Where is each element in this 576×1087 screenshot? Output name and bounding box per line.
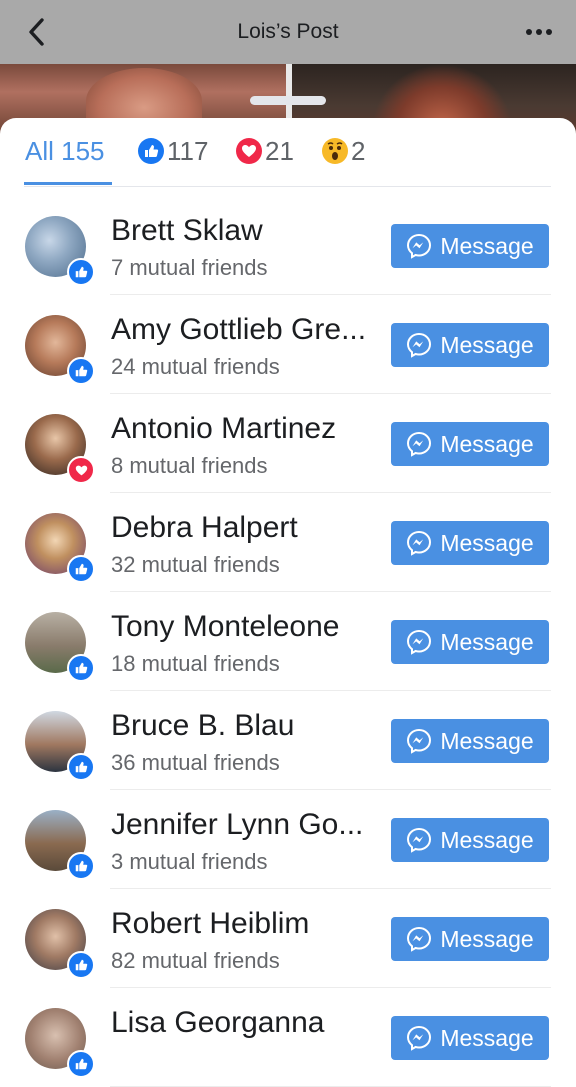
like-icon [67, 258, 95, 286]
mutual-friends-count: 8 mutual friends [111, 453, 268, 478]
messenger-icon [406, 530, 432, 556]
message-button[interactable]: Message [391, 1016, 549, 1060]
message-button-label: Message [440, 529, 534, 556]
messenger-icon [406, 827, 432, 853]
message-button[interactable]: Message [391, 818, 549, 862]
tab-like-count: 117 [167, 135, 209, 166]
like-icon [67, 852, 95, 880]
person-name[interactable]: Jennifer Lynn Go... [111, 808, 383, 842]
mutual-friends-count: 18 mutual friends [111, 651, 280, 676]
message-button-label: Message [440, 1024, 534, 1051]
messenger-icon [406, 728, 432, 754]
list-item: Tony Monteleone 18 mutual friends Message [0, 592, 576, 691]
heart-icon [67, 456, 95, 484]
mutual-friends-count: 82 mutual friends [111, 948, 280, 973]
tab-all[interactable]: All 155 [25, 118, 105, 184]
person-name[interactable]: Amy Gottlieb Gre... [111, 313, 383, 347]
chevron-left-icon[interactable] [20, 14, 56, 50]
mutual-friends-count: 36 mutual friends [111, 750, 280, 775]
list-item: Antonio Martinez 8 mutual friends Message [0, 394, 576, 493]
like-icon [67, 357, 95, 385]
messenger-icon [406, 629, 432, 655]
person-name[interactable]: Robert Heiblim [111, 907, 383, 941]
mutual-friends-count: 24 mutual friends [111, 354, 280, 379]
tab-all-label: All 155 [25, 135, 105, 166]
message-button[interactable]: Message [391, 719, 549, 763]
tab-selected-indicator [24, 182, 112, 185]
message-button-label: Message [440, 727, 534, 754]
person-name[interactable]: Lisa Georganna [111, 1006, 383, 1040]
tab-love-count: 21 [265, 135, 294, 166]
message-button-label: Message [440, 430, 534, 457]
reaction-tabs: All 155 117 21 2 [0, 118, 576, 188]
mutual-friends-count: 3 mutual friends [111, 849, 268, 874]
like-icon [67, 1050, 95, 1078]
list-item: Lisa Georganna Message [0, 988, 576, 1087]
like-icon [67, 951, 95, 979]
mutual-friends-count: 32 mutual friends [111, 552, 280, 577]
person-name[interactable]: Tony Monteleone [111, 610, 383, 644]
list-item: Amy Gottlieb Gre... 24 mutual friends Mess… [0, 295, 576, 394]
messenger-icon [406, 1025, 432, 1051]
list-item: Debra Halpert 32 mutual friends Message [0, 493, 576, 592]
message-button[interactable]: Message [391, 521, 549, 565]
message-button-label: Message [440, 826, 534, 853]
message-button-label: Message [440, 331, 534, 358]
sheet-grab-handle[interactable] [250, 96, 326, 105]
message-button-label: Message [440, 628, 534, 655]
tab-wow-count: 2 [351, 135, 366, 166]
top-nav-bar: Lois’s Post [0, 0, 576, 64]
person-name[interactable]: Debra Halpert [111, 511, 383, 545]
person-name[interactable]: Antonio Martinez [111, 412, 383, 446]
person-name[interactable]: Brett Sklaw [111, 214, 383, 248]
tab-wow[interactable]: 2 [322, 118, 365, 184]
list-item: Brett Sklaw 7 mutual friends Message [0, 196, 576, 295]
message-button-label: Message [440, 925, 534, 952]
messenger-icon [406, 926, 432, 952]
reactions-sheet: All 155 117 21 2 Brett Sklaw 7 mutual fri… [0, 118, 576, 1087]
like-icon [67, 753, 95, 781]
tab-like[interactable]: 117 [138, 118, 208, 184]
list-item: Jennifer Lynn Go... 3 mutual friends Messa… [0, 790, 576, 889]
tab-love[interactable]: 21 [236, 118, 294, 184]
list-item: Bruce B. Blau 36 mutual friends Message [0, 691, 576, 790]
messenger-icon [406, 332, 432, 358]
messenger-icon [406, 431, 432, 457]
message-button-label: Message [440, 232, 534, 259]
like-icon [67, 555, 95, 583]
page-title: Lois’s Post [237, 20, 339, 43]
mutual-friends-count: 7 mutual friends [111, 255, 268, 280]
person-name[interactable]: Bruce B. Blau [111, 709, 383, 743]
like-icon [67, 654, 95, 682]
message-button[interactable]: Message [391, 917, 549, 961]
message-button[interactable]: Message [391, 620, 549, 664]
tabs-divider [24, 186, 551, 187]
heart-icon [236, 138, 262, 164]
like-icon [138, 138, 164, 164]
list-item: Robert Heiblim 82 mutual friends Message [0, 889, 576, 988]
messenger-icon [406, 233, 432, 259]
message-button[interactable]: Message [391, 323, 549, 367]
more-dots-icon[interactable] [524, 19, 554, 45]
message-button[interactable]: Message [391, 422, 549, 466]
message-button[interactable]: Message [391, 224, 549, 268]
wow-icon [322, 138, 348, 164]
